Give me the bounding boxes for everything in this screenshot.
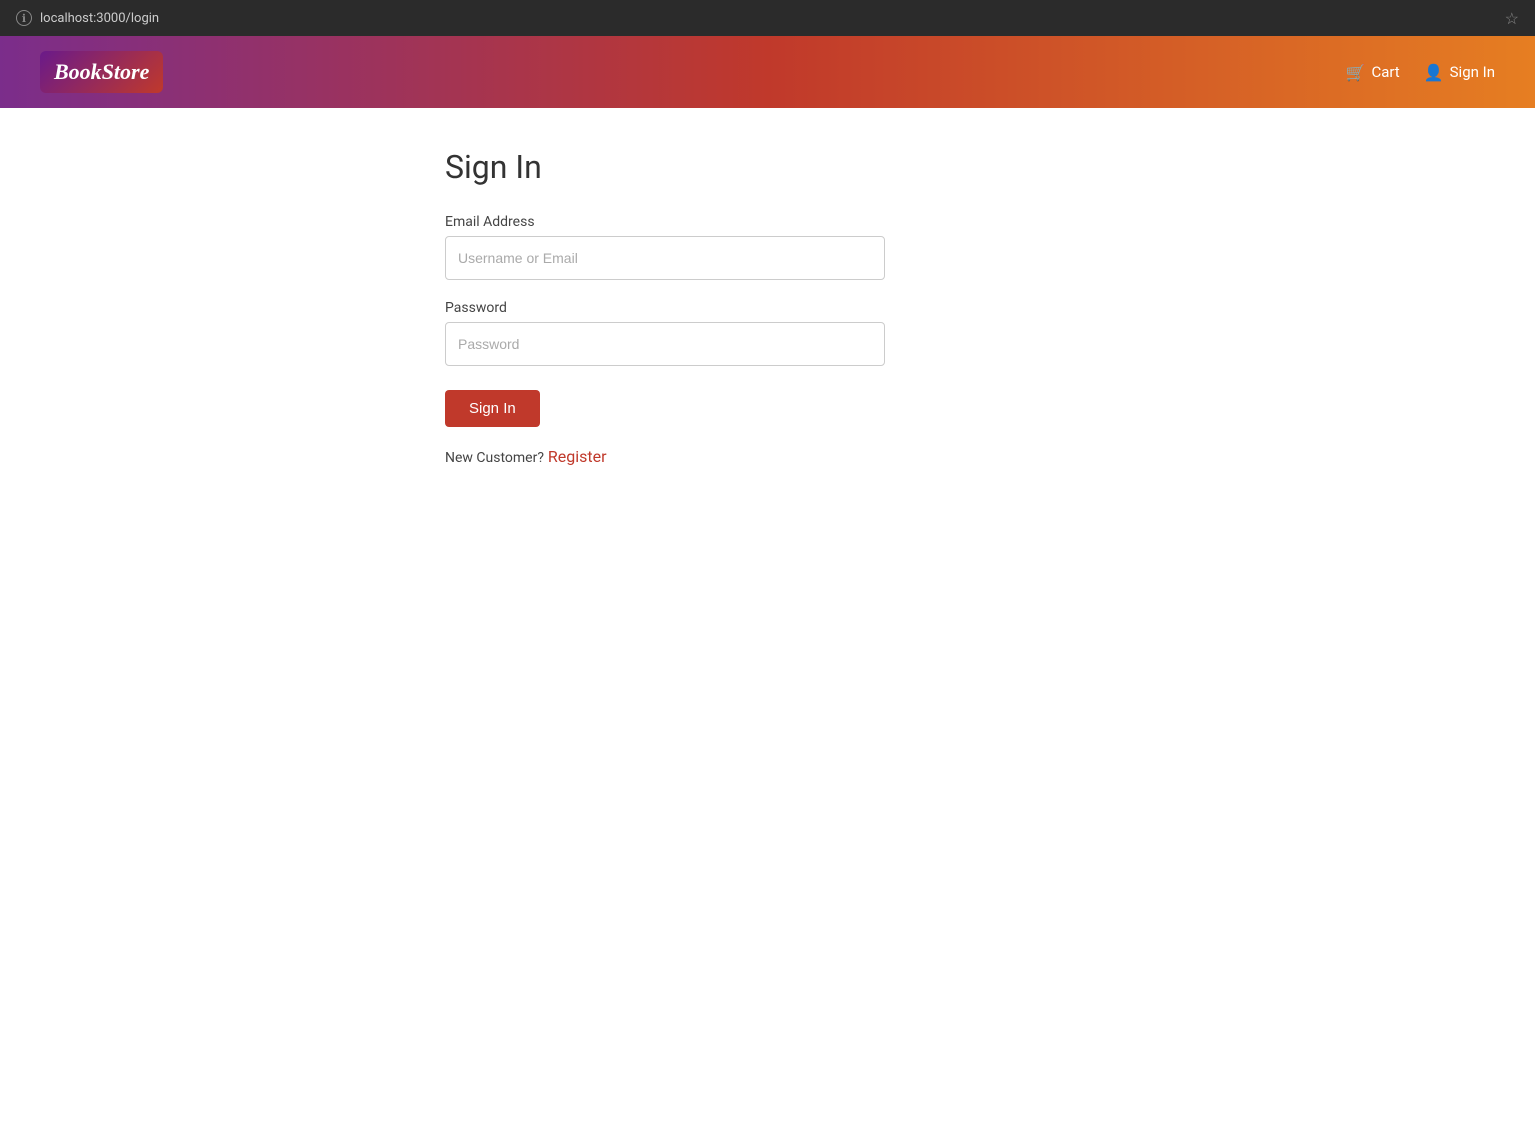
nav-right: 🛒 Cart 👤 Sign In — [1346, 63, 1495, 82]
logo-container[interactable]: BookStore — [40, 51, 163, 93]
logo-store: Store — [102, 59, 150, 84]
browser-bar: ℹ localhost:3000/login ☆ — [0, 0, 1535, 36]
password-input[interactable] — [445, 322, 885, 366]
bookmark-star-icon[interactable]: ☆ — [1505, 9, 1519, 28]
new-customer-text: New Customer? — [445, 450, 544, 466]
logo-book: Book — [54, 59, 102, 84]
email-input[interactable] — [445, 236, 885, 280]
cart-icon: 🛒 — [1346, 63, 1366, 82]
info-icon: ℹ — [16, 10, 32, 26]
page-title: Sign In — [445, 148, 542, 186]
navbar: BookStore 🛒 Cart 👤 Sign In — [0, 36, 1535, 108]
browser-bar-left: ℹ localhost:3000/login — [16, 10, 159, 26]
cart-link[interactable]: 🛒 Cart — [1346, 63, 1400, 82]
email-label: Email Address — [445, 214, 885, 230]
register-link[interactable]: Register — [548, 447, 607, 466]
new-customer-section: New Customer? Register — [445, 447, 885, 466]
user-icon: 👤 — [1424, 63, 1444, 82]
cart-label: Cart — [1371, 63, 1399, 81]
signin-form: Email Address Password Sign In New Custo… — [445, 214, 885, 466]
signin-nav-label: Sign In — [1450, 63, 1495, 81]
signin-nav-link[interactable]: 👤 Sign In — [1424, 63, 1495, 82]
main-content: Sign In Email Address Password Sign In N… — [0, 108, 1535, 506]
email-group: Email Address — [445, 214, 885, 280]
password-group: Password — [445, 300, 885, 366]
browser-url: localhost:3000/login — [40, 11, 159, 26]
password-label: Password — [445, 300, 885, 316]
logo-box: BookStore — [40, 51, 163, 93]
signin-button[interactable]: Sign In — [445, 390, 540, 427]
logo-text: BookStore — [54, 59, 149, 85]
